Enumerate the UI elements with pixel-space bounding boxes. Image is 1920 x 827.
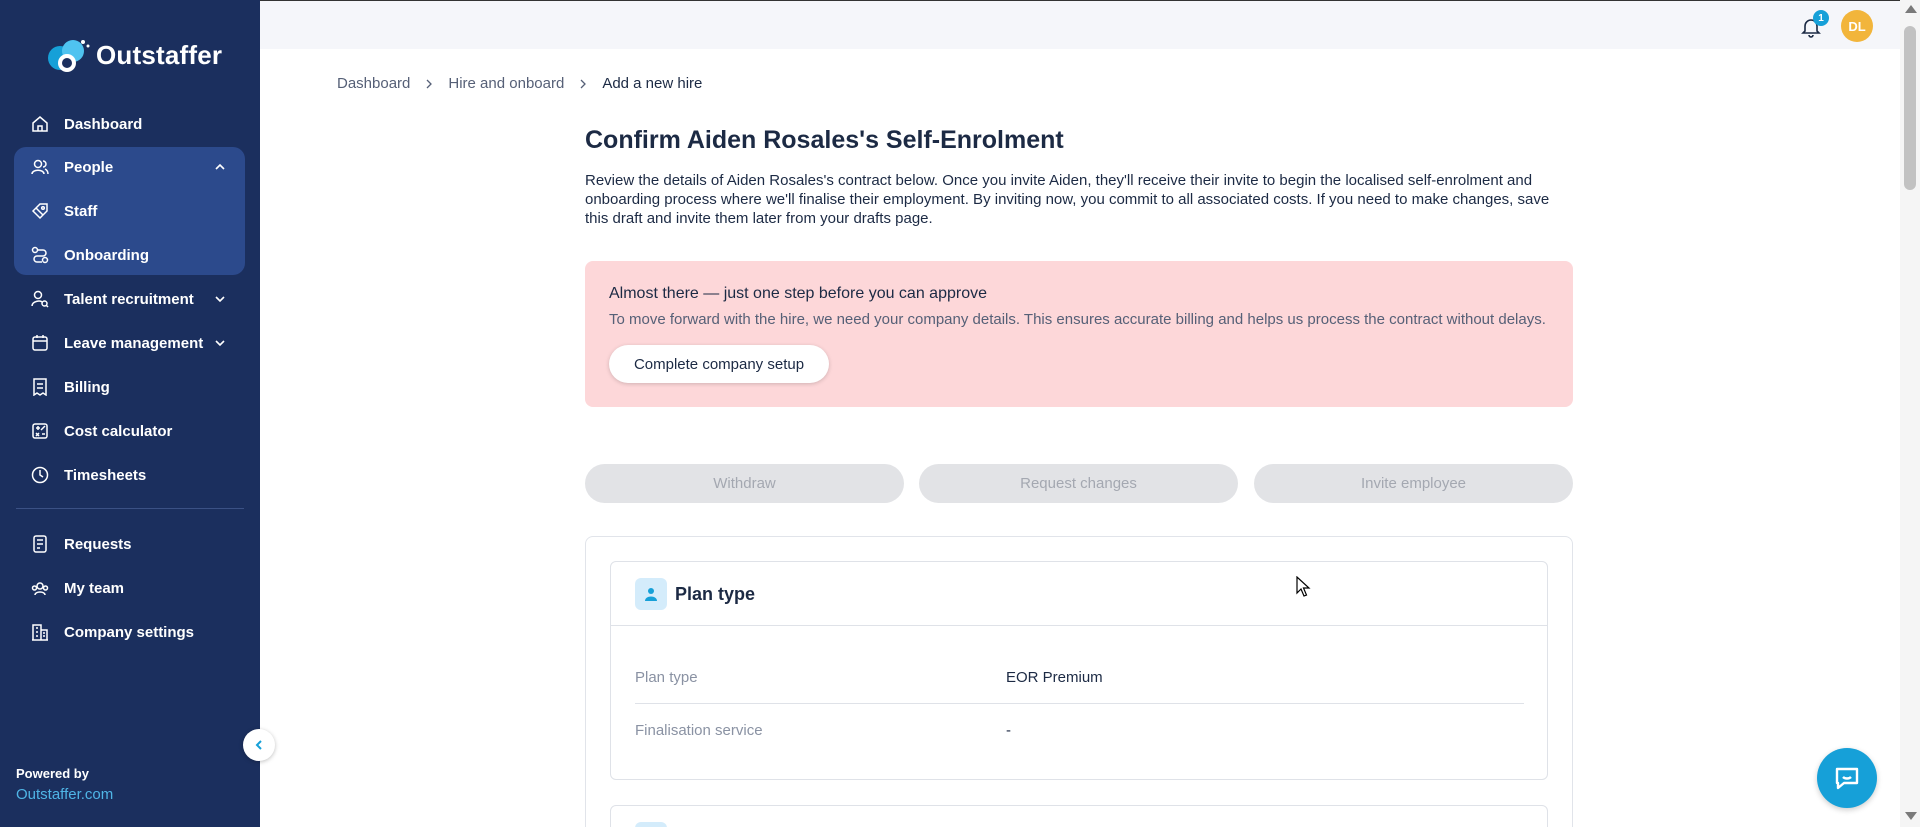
scroll-down-arrow-icon[interactable] xyxy=(1905,812,1917,820)
building-icon xyxy=(30,622,50,642)
sidebar-item-label: Requests xyxy=(64,535,132,553)
collapse-sidebar-button[interactable] xyxy=(243,729,275,761)
sidebar-item-label: Talent recruitment xyxy=(64,290,194,308)
scroll-thumb[interactable] xyxy=(1904,26,1916,190)
withdraw-button[interactable]: Withdraw xyxy=(585,464,904,503)
sidebar-item-company-settings[interactable]: Company settings xyxy=(14,612,245,652)
home-icon xyxy=(30,114,50,134)
powered-by-link[interactable]: Outstaffer.com xyxy=(16,786,113,803)
user-avatar[interactable]: DL xyxy=(1841,10,1873,42)
page-scrollbar[interactable] xyxy=(1900,0,1920,827)
sidebar-item-onboarding[interactable]: Onboarding xyxy=(14,235,245,275)
breadcrumb-dashboard[interactable]: Dashboard xyxy=(337,75,410,92)
sidebar-item-staff[interactable]: Staff xyxy=(14,191,245,231)
scroll-up-arrow-icon[interactable] xyxy=(1905,5,1917,13)
sidebar-item-label: Cost calculator xyxy=(64,422,173,440)
clock-icon xyxy=(30,465,50,485)
user-search-icon xyxy=(30,289,50,309)
chevron-left-icon xyxy=(255,740,262,750)
logo-mark-icon xyxy=(48,40,90,72)
mouse-cursor-icon xyxy=(1296,576,1311,597)
sidebar-item-label: Dashboard xyxy=(64,115,143,133)
sidebar-item-label: My team xyxy=(64,579,125,597)
chevron-down-icon xyxy=(215,296,225,303)
sidebar-item-cost-calculator[interactable]: Cost calculator xyxy=(14,411,245,451)
breadcrumb-hire-and-onboard[interactable]: Hire and onboard xyxy=(448,75,564,92)
sidebar-item-label: Billing xyxy=(64,378,110,396)
sidebar-item-label: People xyxy=(64,158,114,176)
complete-company-setup-button[interactable]: Complete company setup xyxy=(609,345,829,383)
breadcrumb-add-new-hire: Add a new hire xyxy=(602,75,703,92)
chat-support-button[interactable] xyxy=(1817,748,1877,808)
page-intro: Review the details of Aiden Rosales's co… xyxy=(585,172,1550,227)
alert-body: To move forward with the hire, we need y… xyxy=(609,311,1546,328)
brand-name: Outstaffer xyxy=(96,39,223,70)
sidebar: Outstaffer Dashboard People Staff Onboar… xyxy=(0,0,260,827)
plan-type-card: Plan type Plan type EOR Premium Finalisa… xyxy=(610,561,1548,780)
sidebar-item-requests[interactable]: Requests xyxy=(14,524,245,564)
person-icon xyxy=(635,578,667,610)
team-icon xyxy=(30,578,50,598)
plan-type-title: Plan type xyxy=(675,584,756,604)
sidebar-item-billing[interactable]: Billing xyxy=(14,367,245,407)
alert-title: Almost there — just one step before you … xyxy=(609,285,987,302)
plan-type-header: Plan type xyxy=(611,562,1547,626)
calendar-icon xyxy=(30,333,50,353)
chevron-right-icon xyxy=(426,79,433,88)
plan-type-label: Plan type xyxy=(635,669,698,686)
sidebar-item-label: Leave management xyxy=(64,334,204,352)
finalisation-service-label: Finalisation service xyxy=(635,722,763,739)
sidebar-item-people[interactable]: People xyxy=(14,147,245,187)
notification-count-badge: 1 xyxy=(1813,10,1829,26)
next-section-card xyxy=(610,805,1548,827)
calculator-icon xyxy=(30,421,50,441)
company-setup-alert: Almost there — just one step before you … xyxy=(585,261,1573,407)
section-icon xyxy=(635,822,667,827)
chevron-down-icon xyxy=(215,340,225,347)
powered-by-label: Powered by xyxy=(16,766,89,781)
people-icon xyxy=(30,157,50,177)
document-icon xyxy=(30,534,50,554)
receipt-icon xyxy=(30,377,50,397)
chat-icon xyxy=(1835,767,1859,790)
sidebar-item-timesheets[interactable]: Timesheets xyxy=(14,455,245,495)
outstaffer-logo[interactable]: Outstaffer xyxy=(42,36,222,74)
row-divider xyxy=(635,703,1524,704)
sidebar-item-label: Staff xyxy=(64,202,98,220)
sidebar-divider xyxy=(16,508,244,509)
topbar xyxy=(260,0,1900,49)
request-changes-button[interactable]: Request changes xyxy=(919,464,1238,503)
route-icon xyxy=(30,245,50,265)
page-title: Confirm Aiden Rosales's Self-Enrolment xyxy=(585,126,1064,154)
sidebar-item-talent-recruitment[interactable]: Talent recruitment xyxy=(14,279,245,319)
sidebar-item-label: Company settings xyxy=(64,623,195,641)
sidebar-item-leave-management[interactable]: Leave management xyxy=(14,323,245,363)
sidebar-item-my-team[interactable]: My team xyxy=(14,568,245,608)
chevron-right-icon xyxy=(580,79,587,88)
finalisation-service-value: - xyxy=(1006,722,1011,739)
sidebar-item-label: Onboarding xyxy=(64,246,149,264)
plan-type-value: EOR Premium xyxy=(1006,669,1103,686)
sidebar-item-label: Timesheets xyxy=(64,466,147,484)
chevron-up-icon xyxy=(215,163,225,170)
breadcrumb: Dashboard Hire and onboard Add a new hir… xyxy=(337,75,702,92)
tag-icon xyxy=(30,201,50,221)
invite-employee-button[interactable]: Invite employee xyxy=(1254,464,1573,503)
sidebar-item-dashboard[interactable]: Dashboard xyxy=(14,104,245,144)
